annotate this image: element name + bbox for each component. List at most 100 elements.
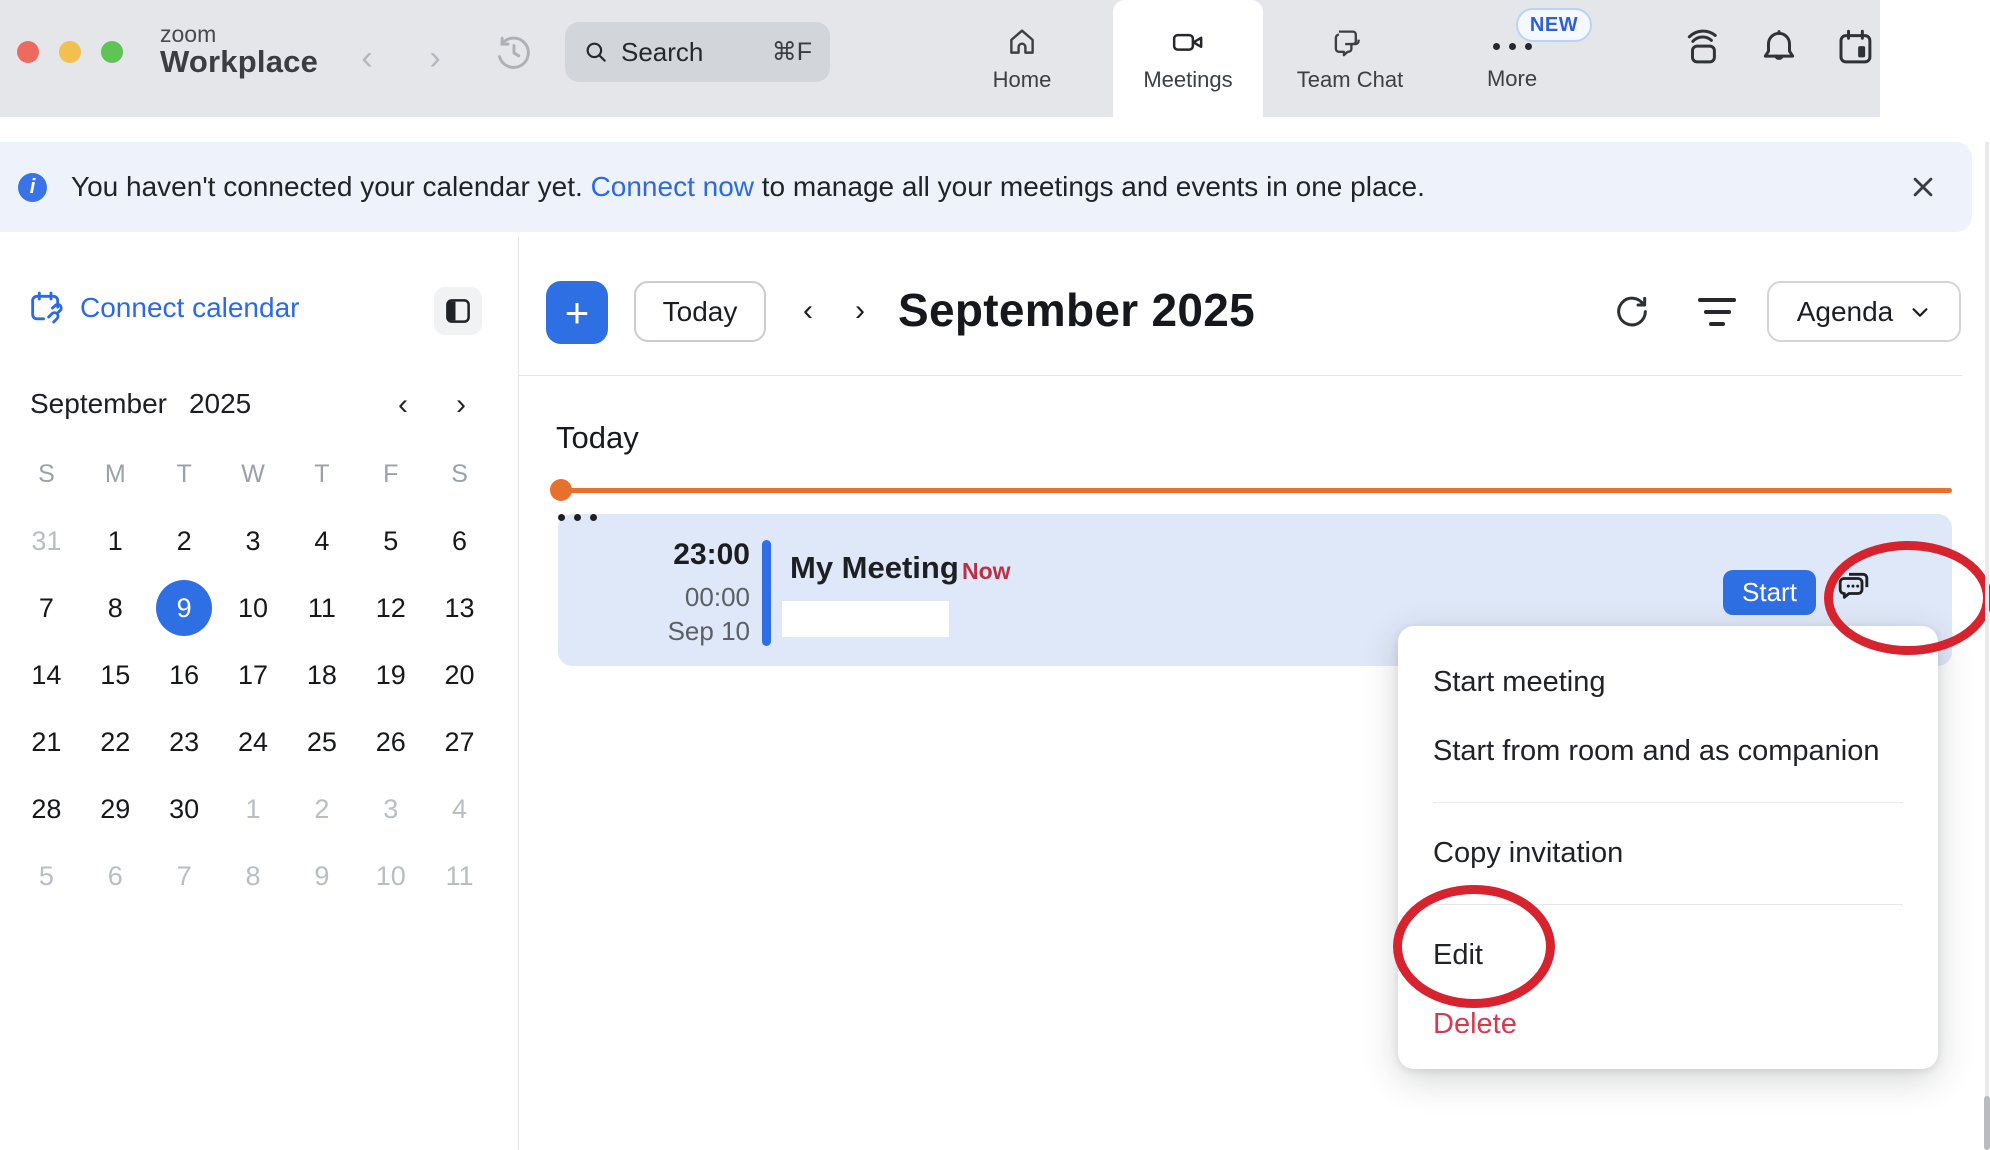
day-cell[interactable]: 22 <box>81 713 150 771</box>
day-cell-selected[interactable]: 9 <box>150 579 219 637</box>
meeting-more-button[interactable] <box>558 514 1952 521</box>
day-cell[interactable]: 14 <box>12 646 81 704</box>
mini-calendar-next-button[interactable]: › <box>443 388 479 424</box>
day-cell[interactable]: 6 <box>81 847 150 905</box>
tab-home[interactable]: Home <box>947 0 1097 117</box>
day-cell[interactable]: 7 <box>150 847 219 905</box>
bell-icon[interactable] <box>1758 26 1800 73</box>
day-cell[interactable]: 15 <box>81 646 150 704</box>
day-cell[interactable]: 3 <box>356 780 425 838</box>
menu-item-start-from-room-and-as-companion[interactable]: Start from room and as companion <box>1398 717 1938 786</box>
day-cell[interactable]: 23 <box>150 713 219 771</box>
toolbar-divider <box>519 375 1962 376</box>
menu-divider <box>1433 802 1903 803</box>
day-cell[interactable]: 21 <box>12 713 81 771</box>
rooms-icon[interactable] <box>1682 26 1724 73</box>
day-cell[interactable]: 4 <box>287 512 356 570</box>
calendar-icon[interactable] <box>1834 26 1876 73</box>
add-meeting-button[interactable]: + <box>546 281 608 344</box>
day-cell[interactable]: 5 <box>356 512 425 570</box>
day-cell[interactable]: 12 <box>356 579 425 637</box>
workplace-logo: Workplace <box>160 44 318 80</box>
home-icon <box>1005 25 1039 59</box>
mini-calendar-prev-button[interactable]: ‹ <box>385 388 421 424</box>
day-header: W <box>219 445 288 503</box>
connect-calendar-label: Connect calendar <box>80 292 299 324</box>
mini-calendar-grid: SMTWTFS311234567891011121314151617181920… <box>12 445 494 905</box>
day-cell[interactable]: 2 <box>287 780 356 838</box>
tab-team-chat[interactable]: Team Chat <box>1275 0 1425 117</box>
chat-button[interactable] <box>1834 566 1874 611</box>
day-cell[interactable]: 19 <box>356 646 425 704</box>
more-dots-icon <box>558 514 565 521</box>
banner-text-before: You haven't connected your calendar yet. <box>71 171 591 202</box>
day-cell[interactable]: 4 <box>425 780 494 838</box>
day-cell[interactable]: 9 <box>287 847 356 905</box>
prev-period-button[interactable]: ‹ <box>788 292 828 332</box>
day-cell[interactable]: 5 <box>12 847 81 905</box>
day-cell[interactable]: 6 <box>425 512 494 570</box>
filter-button[interactable] <box>1698 298 1736 326</box>
search-icon <box>583 39 609 65</box>
meeting-end-time: 00:00 <box>620 582 750 613</box>
day-cell[interactable]: 18 <box>287 646 356 704</box>
close-icon[interactable] <box>1904 168 1942 206</box>
start-meeting-button[interactable]: Start <box>1723 570 1816 615</box>
day-cell[interactable]: 8 <box>81 579 150 637</box>
tab-meetings-label: Meetings <box>1143 67 1232 93</box>
today-button[interactable]: Today <box>634 281 766 342</box>
day-cell[interactable]: 10 <box>219 579 288 637</box>
menu-item-delete[interactable]: Delete <box>1398 990 1938 1059</box>
tab-meetings[interactable]: Meetings <box>1113 0 1263 117</box>
minimize-window-button[interactable] <box>59 41 81 63</box>
history-icon[interactable] <box>492 30 536 79</box>
day-cell[interactable]: 29 <box>81 780 150 838</box>
day-cell[interactable]: 11 <box>287 579 356 637</box>
day-cell[interactable]: 26 <box>356 713 425 771</box>
close-window-button[interactable] <box>17 41 39 63</box>
now-indicator-line <box>560 488 1952 493</box>
day-cell[interactable]: 7 <box>12 579 81 637</box>
meeting-title: My Meeting <box>790 550 959 586</box>
refresh-button[interactable] <box>1612 292 1652 337</box>
menu-item-start-meeting[interactable]: Start meeting <box>1398 648 1938 717</box>
scrollbar-thumb[interactable] <box>1984 1096 1990 1150</box>
day-cell[interactable]: 1 <box>81 512 150 570</box>
menu-item-copy-invitation[interactable]: Copy invitation <box>1398 819 1938 888</box>
day-cell[interactable]: 28 <box>12 780 81 838</box>
menu-item-edit[interactable]: Edit <box>1398 921 1938 990</box>
day-cell[interactable]: 20 <box>425 646 494 704</box>
meeting-now-badge: Now <box>962 558 1011 585</box>
connect-calendar-button[interactable]: Connect calendar <box>26 288 299 328</box>
day-cell[interactable]: 2 <box>150 512 219 570</box>
day-cell[interactable]: 17 <box>219 646 288 704</box>
connect-calendar-icon <box>26 288 66 328</box>
day-cell[interactable]: 25 <box>287 713 356 771</box>
next-period-button[interactable]: › <box>840 292 880 332</box>
day-cell[interactable]: 13 <box>425 579 494 637</box>
sidebar-divider <box>518 237 519 1150</box>
day-cell[interactable]: 8 <box>219 847 288 905</box>
connect-calendar-banner: i You haven't connected your calendar ye… <box>0 142 1972 232</box>
back-icon[interactable]: ‹ <box>352 36 382 80</box>
forward-icon[interactable]: › <box>420 36 450 80</box>
day-cell[interactable]: 24 <box>219 713 288 771</box>
view-select[interactable]: Agenda <box>1767 281 1961 342</box>
scrollbar-track[interactable] <box>1985 142 1989 1150</box>
connect-now-link[interactable]: Connect now <box>591 171 754 202</box>
day-cell[interactable]: 31 <box>12 512 81 570</box>
refresh-icon <box>1612 292 1652 332</box>
day-cell[interactable]: 10 <box>356 847 425 905</box>
panel-toggle-button[interactable] <box>434 287 482 335</box>
day-cell[interactable]: 3 <box>219 512 288 570</box>
mini-calendar-year: 2025 <box>189 388 251 420</box>
day-cell[interactable]: 30 <box>150 780 219 838</box>
search-input[interactable]: Search ⌘F <box>565 22 830 82</box>
day-header: T <box>150 445 219 503</box>
day-cell[interactable]: 1 <box>219 780 288 838</box>
day-cell[interactable]: 11 <box>425 847 494 905</box>
zoom-window-button[interactable] <box>101 41 123 63</box>
day-cell[interactable]: 16 <box>150 646 219 704</box>
day-header: T <box>287 445 356 503</box>
day-cell[interactable]: 27 <box>425 713 494 771</box>
